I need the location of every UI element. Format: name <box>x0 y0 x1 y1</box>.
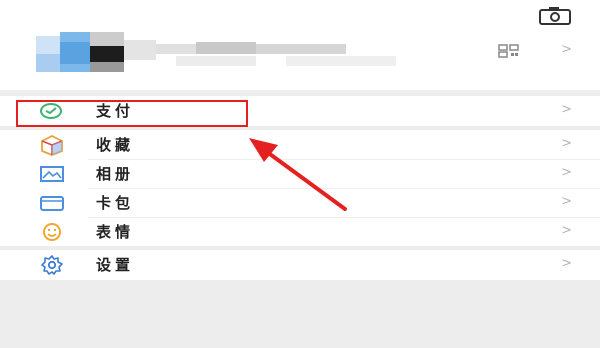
menu-label-settings: 设置 <box>96 256 135 274</box>
chevron-right-icon: > <box>561 223 572 238</box>
settings-group: 设置 > <box>0 250 600 280</box>
chevron-right-icon: > <box>561 165 572 180</box>
menu-item-stickers[interactable]: 表情 > <box>0 217 600 246</box>
card-wallet-icon <box>40 195 64 211</box>
camera-icon[interactable] <box>538 6 572 26</box>
album-icon <box>40 165 64 182</box>
chevron-right-icon: > <box>561 42 572 57</box>
menu-item-settings[interactable]: 设置 > <box>0 250 600 279</box>
chevron-right-icon: > <box>561 102 572 117</box>
menu-label-cards: 卡包 <box>96 194 135 212</box>
chevron-right-icon: > <box>561 194 572 209</box>
nickname-blurred <box>156 42 396 66</box>
chevron-right-icon: > <box>561 256 572 271</box>
menu-label-album: 相册 <box>96 165 135 183</box>
favorites-cube-icon <box>41 134 63 156</box>
qr-code-icon[interactable] <box>498 44 520 58</box>
emoji-icon <box>43 222 61 241</box>
menu-label-favorites: 收藏 <box>96 136 135 154</box>
annotation-arrow <box>249 138 347 211</box>
profile-header[interactable]: > <box>0 0 600 90</box>
gear-icon <box>41 254 63 275</box>
avatar[interactable] <box>36 32 156 72</box>
menu-label-stickers: 表情 <box>96 223 135 241</box>
chevron-right-icon: > <box>561 136 572 151</box>
highlight-box <box>16 100 248 127</box>
